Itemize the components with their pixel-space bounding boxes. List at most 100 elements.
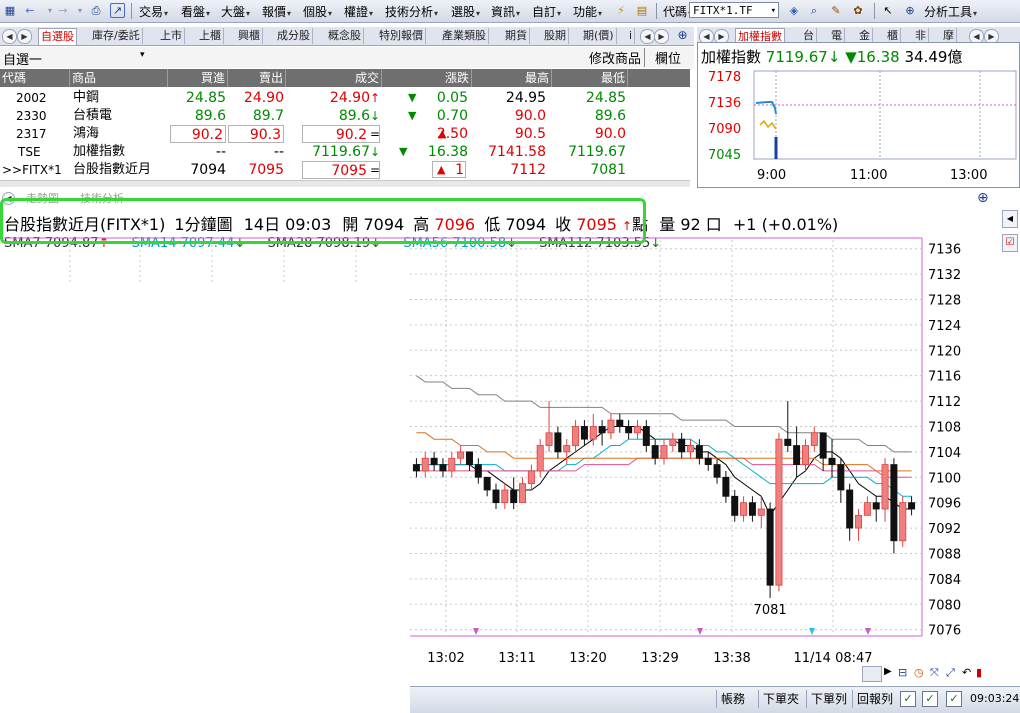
- cell-ask[interactable]: --: [228, 143, 284, 161]
- expand-icon[interactable]: ⤢: [946, 666, 955, 680]
- search-icon[interactable]: ⌕: [806, 3, 822, 18]
- menu-stock[interactable]: 個股: [303, 3, 332, 20]
- group-dropdown-icon[interactable]: ▾: [140, 50, 145, 60]
- index-change: 16.38: [856, 48, 900, 66]
- menu-info[interactable]: 資訊: [491, 3, 520, 20]
- tab-watchlist[interactable]: 自選股: [38, 28, 77, 45]
- cell-bid[interactable]: 89.6: [168, 107, 226, 125]
- col-code[interactable]: 代碼: [0, 69, 70, 87]
- account-button[interactable]: 帳務: [716, 690, 749, 708]
- cell-ask[interactable]: 89.7: [228, 107, 284, 125]
- chart-zoom-icon[interactable]: ⊕: [977, 190, 989, 206]
- code-dropdown-icon[interactable]: ▾: [771, 3, 776, 19]
- menu-market[interactable]: 大盤: [221, 3, 250, 20]
- table-row[interactable]: 2002 中鋼 24.85 24.90 24.90 ↑ ▼ 0.05 24.95…: [0, 89, 690, 107]
- cell-ask[interactable]: 24.90: [228, 89, 284, 107]
- toggle-checkbox[interactable]: ✓: [900, 691, 916, 707]
- cell-high: 90.5: [514, 126, 546, 142]
- tab-options[interactable]: 期(價): [581, 28, 617, 44]
- col-high[interactable]: 最高: [472, 69, 552, 87]
- tab-listed[interactable]: 上市: [158, 28, 185, 44]
- cell-ask[interactable]: 7095: [228, 161, 284, 179]
- fit-icon[interactable]: ⤧: [930, 666, 939, 680]
- print-icon[interactable]: ⎙: [88, 3, 104, 18]
- forward-dropdown-icon[interactable]: ▾: [72, 3, 88, 18]
- back-arrow-icon[interactable]: ←: [22, 3, 38, 18]
- tab-prev-icon[interactable]: ◀: [2, 29, 17, 44]
- external-link-icon[interactable]: ↗: [110, 3, 125, 18]
- tab-emerging[interactable]: 興櫃: [236, 28, 263, 44]
- tab-scroll-left-icon[interactable]: ◀: [640, 29, 655, 44]
- lightning-icon[interactable]: ⚡: [613, 3, 629, 18]
- col-name[interactable]: 商品: [70, 69, 168, 87]
- order-bar-button[interactable]: 下單列: [806, 690, 851, 708]
- menu-function[interactable]: 功能: [573, 3, 602, 20]
- compress-icon[interactable]: ⊟: [898, 666, 907, 679]
- chart-scroll-left-icon[interactable]: ◀: [1002, 210, 1018, 228]
- report-bar-button[interactable]: 回報列: [852, 690, 897, 708]
- menu-quote[interactable]: 報價: [262, 3, 291, 20]
- zoom-icon[interactable]: ⊕: [676, 29, 689, 42]
- code-input[interactable]: FITX*1.TF ▾: [689, 2, 779, 18]
- menu-watch[interactable]: 看盤: [181, 3, 210, 20]
- toggle-checkbox[interactable]: ✓: [922, 691, 938, 707]
- col-bid[interactable]: 買進: [168, 69, 228, 87]
- modify-products-button[interactable]: 修改商品: [589, 48, 646, 67]
- clock-icon[interactable]: ◷: [914, 666, 924, 679]
- col-last[interactable]: 成交: [286, 69, 382, 87]
- alert-icon[interactable]: ✎: [828, 3, 844, 18]
- candle-body: [607, 419, 615, 434]
- menu-technical[interactable]: 技術分析: [385, 3, 438, 20]
- candle-body: [899, 502, 907, 542]
- watchlist-tabbar: ◀ ▶ 自選股 庫存/委託 上市 上櫃 興櫃 成分股 概念股 特別報價 產業類股…: [0, 27, 694, 46]
- tab-more[interactable]: i: [627, 28, 636, 44]
- menu-warrant[interactable]: 權證: [344, 3, 373, 20]
- tab-components[interactable]: 成分股: [275, 28, 313, 44]
- cursor-icon[interactable]: ↖: [880, 3, 896, 18]
- col-low[interactable]: 最低: [552, 69, 628, 87]
- col-change[interactable]: 漲跌: [382, 69, 472, 87]
- candle-body: [678, 438, 686, 453]
- check-settings-icon[interactable]: ☑: [1002, 234, 1018, 252]
- tab-concept[interactable]: 概念股: [326, 28, 364, 44]
- notepad-icon[interactable]: ▤: [634, 3, 650, 18]
- tab-industry[interactable]: 產業類股: [440, 28, 489, 44]
- table-row[interactable]: >>FITX*1 台股指數近月 7094 7095 7095 = ▲ 1 711…: [0, 161, 690, 179]
- cell-ask[interactable]: 90.3: [228, 125, 284, 143]
- tab-otc[interactable]: 上櫃: [197, 28, 224, 44]
- columns-button[interactable]: 欄位: [655, 48, 681, 67]
- col-ask[interactable]: 賣出: [228, 69, 286, 87]
- tab-scroll-right-icon[interactable]: ▶: [654, 29, 669, 44]
- toggle-checkbox[interactable]: ✓: [946, 691, 962, 707]
- quote-icon[interactable]: ◈: [786, 3, 802, 18]
- menu-custom[interactable]: 自訂: [532, 3, 561, 20]
- cell-bid[interactable]: 7094: [168, 161, 226, 179]
- tab-inventory[interactable]: 庫存/委託: [90, 28, 143, 44]
- cell-bid[interactable]: 24.85: [168, 89, 226, 107]
- table-row[interactable]: TSE 加權指數 -- -- 7119.67 ↓ ▼ 16.38 7141.58…: [0, 143, 690, 161]
- candle-body: [589, 426, 597, 440]
- cell-bid[interactable]: 90.2: [170, 125, 226, 143]
- bar-chart-icon[interactable]: ▮: [976, 666, 982, 679]
- cursor-tool-icon[interactable]: ⊕: [902, 3, 918, 18]
- watchlist-scrollbar[interactable]: [0, 180, 690, 187]
- table-row[interactable]: 2330 台積電 89.6 89.7 89.6 ↓ ▼ 0.70 90.0 89…: [0, 107, 690, 125]
- order-folder-button[interactable]: 下單夾: [758, 690, 803, 708]
- scrollbar-thumb[interactable]: [862, 666, 882, 682]
- group-selector[interactable]: 自選一: [3, 49, 42, 68]
- scroll-right-icon[interactable]: ▶: [884, 666, 892, 677]
- menu-screener[interactable]: 選股: [451, 3, 480, 20]
- tab-futures[interactable]: 期貨: [503, 28, 530, 44]
- table-row[interactable]: 2317 鴻海 90.2 90.3 90.2 = ▲ 2.50 90.5 90.…: [0, 125, 690, 143]
- undo-icon[interactable]: ↶: [962, 666, 971, 679]
- tab-stock-futures[interactable]: 股期: [542, 28, 569, 44]
- settings-icon[interactable]: ✿: [850, 3, 866, 18]
- forward-arrow-icon[interactable]: →: [55, 3, 71, 18]
- menu-trade[interactable]: 交易: [139, 3, 168, 20]
- cell-bid[interactable]: --: [168, 143, 226, 161]
- candle-body: [563, 445, 571, 453]
- analysis-tools-menu[interactable]: 分析工具: [924, 3, 977, 20]
- grid-menu-icon[interactable]: ▦: [2, 3, 18, 18]
- tab-next-icon[interactable]: ▶: [17, 29, 32, 44]
- tab-special[interactable]: 特別報價: [377, 28, 426, 44]
